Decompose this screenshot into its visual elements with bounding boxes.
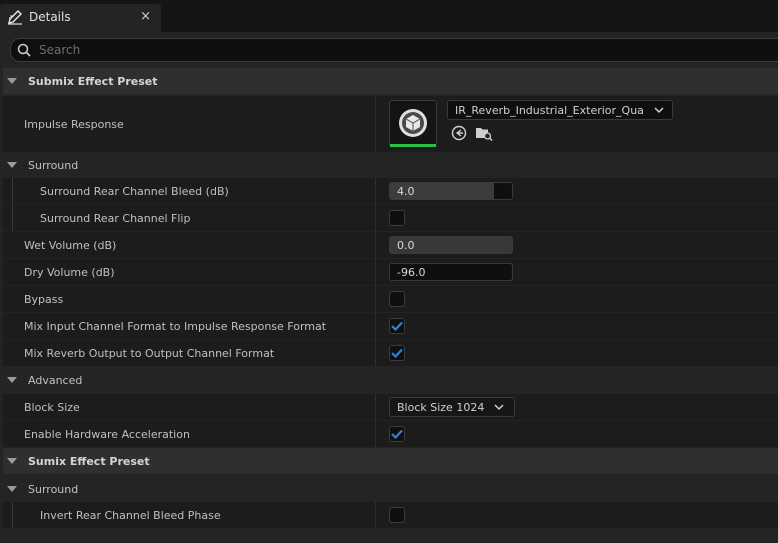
column-divider (375, 340, 376, 366)
block-size-value: Block Size 1024 (389, 394, 515, 420)
nest-guide (12, 502, 13, 528)
flip-checkbox[interactable] (389, 210, 405, 226)
category-title: Submix Effect Preset (28, 74, 158, 88)
wet-label: Wet Volume (dB) (24, 238, 117, 252)
dry-spinbox[interactable]: -96.0 (389, 263, 513, 281)
block-size-selected: Block Size 1024 (397, 400, 485, 414)
mix-input-label: Mix Input Channel Format to Impulse Resp… (24, 319, 327, 333)
tab-bar: Details × (0, 0, 778, 32)
checkmark-icon (391, 348, 403, 358)
category-title: Sumix Effect Preset (28, 454, 150, 468)
checkmark-icon (391, 321, 403, 331)
property-mix-input-format: Mix Input Channel Format to Impulse Resp… (3, 313, 778, 339)
nest-guide (12, 178, 13, 204)
property-surround-rear-bleed: Surround Rear Channel Bleed (dB) 4.0 (3, 178, 778, 204)
mix-reverb-value (389, 340, 405, 366)
asset-name: IR_Reverb_Industrial_Exterior_Quad_IR (455, 103, 644, 117)
wet-spinbox[interactable]: 0.0 (389, 236, 513, 254)
property-mix-reverb-output: Mix Reverb Output to Output Channel Form… (3, 340, 778, 366)
collapse-caret-icon[interactable] (7, 458, 17, 464)
collapse-caret-icon[interactable] (7, 377, 17, 383)
surround-title: Surround (28, 158, 79, 172)
column-divider (375, 259, 376, 285)
property-wet-volume: Wet Volume (dB) 0.0 (3, 232, 778, 258)
property-impulse-response: Impulse Response IR_Reverb_Industrial_Ex… (3, 96, 778, 152)
tab-title: Details (29, 10, 71, 24)
property-hardware-acceleration: Enable Hardware Acceleration (3, 421, 778, 447)
dry-number: -96.0 (397, 265, 426, 279)
search-row (0, 32, 778, 68)
bleed-value: 4.0 (389, 178, 513, 204)
bypass-value (389, 286, 405, 312)
column-divider (375, 286, 376, 312)
tab-details[interactable]: Details × (0, 4, 161, 32)
property-dry-volume: Dry Volume (dB) -96.0 (3, 259, 778, 285)
mix-input-checkbox[interactable] (389, 318, 405, 334)
chevron-down-icon (654, 104, 664, 117)
search-icon (17, 43, 31, 57)
category-surround[interactable]: Surround (3, 152, 778, 178)
column-divider (375, 502, 376, 528)
column-divider (375, 96, 376, 152)
close-icon[interactable]: × (140, 9, 151, 24)
column-divider (375, 421, 376, 447)
invert-value (389, 502, 405, 528)
search-box[interactable] (10, 38, 778, 62)
wet-value: 0.0 (389, 232, 513, 258)
bleed-number: 4.0 (397, 184, 415, 198)
mix-reverb-checkbox[interactable] (389, 345, 405, 361)
column-divider (375, 313, 376, 339)
hw-label: Enable Hardware Acceleration (24, 427, 190, 441)
property-bypass: Bypass (3, 286, 778, 312)
edit-icon (6, 8, 24, 26)
asset-actions (451, 125, 673, 141)
invert-label: Invert Rear Channel Bleed Phase (40, 508, 221, 522)
property-surround-rear-flip: Surround Rear Channel Flip (3, 205, 778, 231)
category-surround-2[interactable]: Surround (3, 476, 778, 502)
asset-picker-group: IR_Reverb_Industrial_Exterior_Quad_IR (447, 100, 673, 141)
block-size-dropdown[interactable]: Block Size 1024 (389, 397, 515, 417)
bypass-checkbox[interactable] (389, 291, 405, 307)
category-sumix-effect-preset[interactable]: Sumix Effect Preset (3, 448, 778, 474)
cube-icon (398, 108, 428, 141)
impulse-response-value: IR_Reverb_Industrial_Exterior_Quad_IR (389, 100, 673, 156)
flip-label: Surround Rear Channel Flip (40, 211, 191, 225)
thumbnail-underline (390, 144, 436, 147)
checkmark-icon (391, 429, 403, 439)
wet-number: 0.0 (397, 238, 415, 252)
flip-value (389, 205, 405, 231)
dry-label: Dry Volume (dB) (24, 265, 115, 279)
invert-checkbox[interactable] (389, 507, 405, 523)
hw-value (389, 421, 405, 447)
surround2-title: Surround (28, 482, 79, 496)
collapse-caret-icon[interactable] (7, 78, 17, 84)
hw-checkbox[interactable] (389, 426, 405, 442)
impulse-response-label: Impulse Response (24, 117, 124, 131)
mix-input-value (389, 313, 405, 339)
asset-picker-combo[interactable]: IR_Reverb_Industrial_Exterior_Quad_IR (447, 100, 673, 120)
mix-reverb-label: Mix Reverb Output to Output Channel Form… (24, 346, 275, 360)
search-input[interactable] (37, 42, 741, 58)
collapse-caret-icon[interactable] (7, 486, 17, 492)
column-divider (375, 205, 376, 231)
bleed-spinbox[interactable]: 4.0 (389, 182, 513, 200)
column-divider (375, 394, 376, 420)
property-invert-bleed-phase: Invert Rear Channel Bleed Phase (3, 502, 778, 528)
bleed-label: Surround Rear Channel Bleed (dB) (40, 184, 229, 198)
collapse-caret-icon[interactable] (7, 162, 17, 168)
column-divider (375, 178, 376, 204)
browse-back-icon[interactable] (451, 125, 467, 141)
chevron-down-icon (494, 401, 504, 414)
property-block-size: Block Size Block Size 1024 (3, 394, 778, 420)
asset-thumbnail[interactable] (389, 100, 437, 147)
category-submix-effect-preset[interactable]: Submix Effect Preset (3, 68, 778, 94)
category-advanced[interactable]: Advanced (3, 367, 778, 393)
find-in-folder-icon[interactable] (475, 125, 493, 141)
dry-value: -96.0 (389, 259, 513, 285)
column-divider (375, 232, 376, 258)
nest-guide (12, 205, 13, 231)
bypass-label: Bypass (24, 292, 64, 306)
advanced-title: Advanced (28, 373, 83, 387)
block-size-label: Block Size (24, 400, 80, 414)
